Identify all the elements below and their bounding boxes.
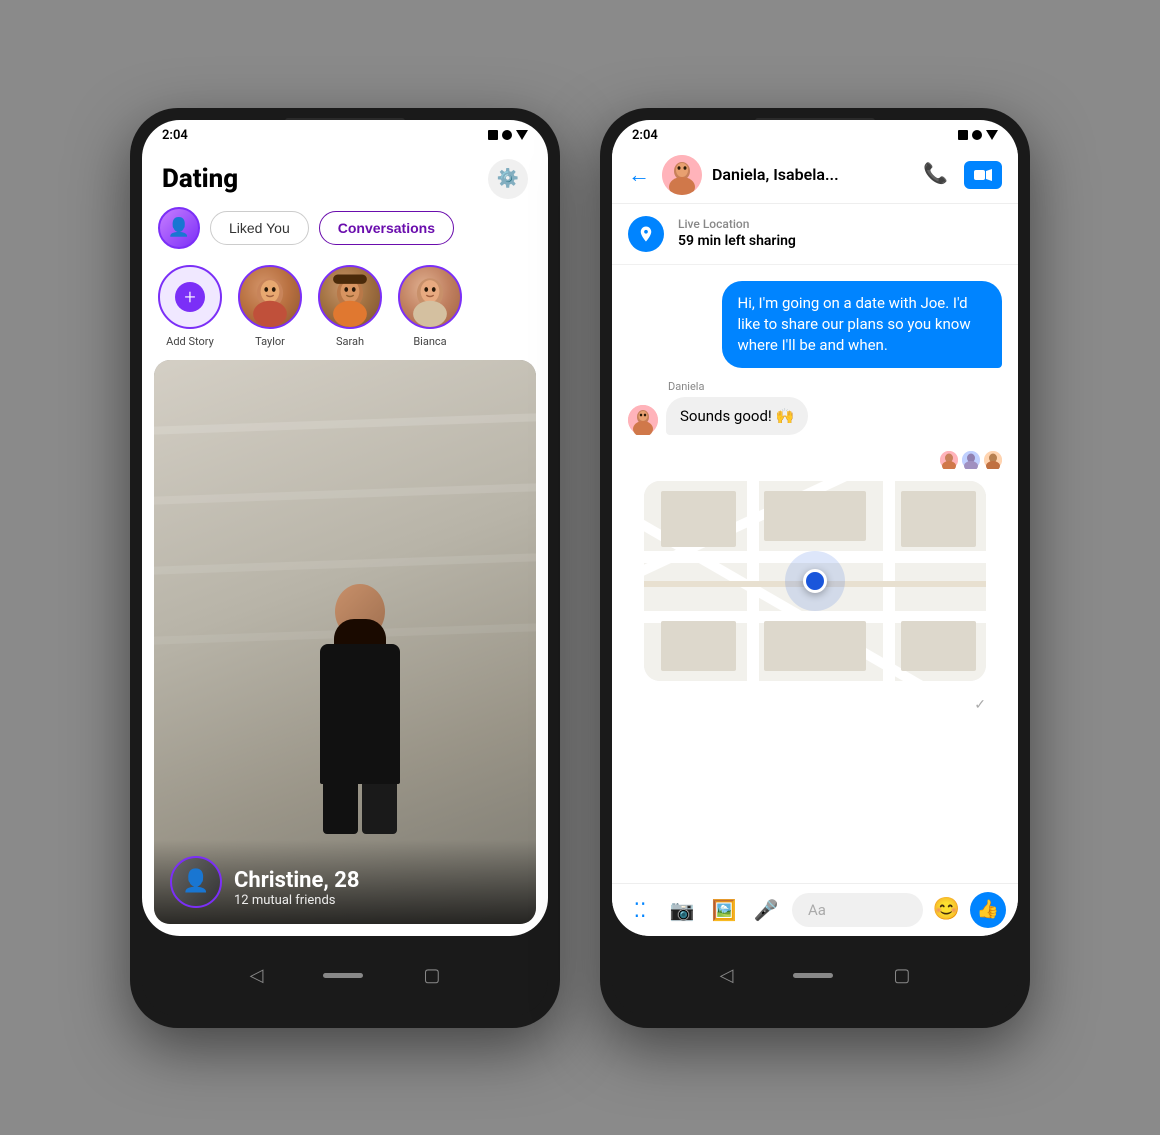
back-nav-button-2[interactable]: ◁ (720, 965, 734, 986)
add-story-item[interactable]: + Add Story (158, 265, 222, 348)
status-bar-2: 2:04 (612, 120, 1018, 147)
seen-avatar-1 (940, 451, 958, 469)
location-banner: Live Location 59 min left sharing (612, 204, 1018, 265)
home-nav-button-2[interactable] (793, 973, 833, 978)
messages-area: Hi, I'm going on a date with Joe. I'd li… (612, 265, 1018, 883)
story-bianca[interactable]: Bianca (398, 265, 462, 348)
bianca-avatar (398, 265, 462, 329)
profile-ring-avatar: 👤 (170, 856, 222, 908)
profile-mutual: 12 mutual friends (234, 893, 360, 908)
status-icons-2 (958, 130, 998, 140)
recents-nav-button-2[interactable]: ▢ (893, 965, 910, 986)
stories-row: + Add Story T (142, 261, 548, 360)
wifi-icon-2 (986, 130, 998, 140)
user-avatar[interactable]: 👤 (158, 207, 200, 249)
battery-icon (488, 130, 498, 140)
bianca-label: Bianca (413, 335, 446, 348)
add-icon: + (175, 282, 205, 312)
seen-avatar-3 (984, 451, 1002, 469)
conversations-button[interactable]: Conversations (319, 211, 454, 245)
location-title: Live Location (678, 217, 796, 233)
status-icons (488, 130, 528, 140)
phone-call-button[interactable]: 📞 (923, 161, 948, 189)
story-sarah[interactable]: Sarah (318, 265, 382, 348)
profile-name: Christine, 28 (234, 868, 360, 893)
wifi-icon (516, 130, 528, 140)
map-container[interactable] (644, 481, 986, 681)
status-time-2: 2:04 (632, 128, 658, 143)
taylor-label: Taylor (255, 335, 285, 348)
outgoing-message: Hi, I'm going on a date with Joe. I'd li… (722, 281, 1003, 368)
header-icons: 📞 (923, 161, 1002, 189)
status-bar: 2:04 (142, 120, 548, 147)
story-taylor[interactable]: Taylor (238, 265, 302, 348)
back-nav-button[interactable]: ◁ (250, 965, 264, 986)
incoming-message: Sounds good! 🙌 (666, 397, 808, 435)
phone-dating: 2:04 Dating ⚙️ 👤 Liked You Conversations (130, 108, 560, 1028)
input-placeholder: Aa (808, 901, 826, 919)
signal-icon-2 (972, 130, 982, 140)
seen-avatar-2 (962, 451, 980, 469)
dating-screen: 2:04 Dating ⚙️ 👤 Liked You Conversations (142, 120, 548, 936)
sarah-avatar (318, 265, 382, 329)
signal-icon (502, 130, 512, 140)
location-icon (628, 216, 664, 252)
location-text: Live Location 59 min left sharing (678, 217, 796, 251)
home-nav-button[interactable] (323, 973, 363, 978)
video-call-button[interactable] (964, 161, 1002, 189)
messenger-screen: 2:04 ← (612, 120, 1018, 936)
incoming-content: Daniela Sounds good! 🙌 (666, 380, 808, 435)
phone-messenger: 2:04 ← (600, 108, 1030, 1028)
contact-avatar (662, 155, 702, 195)
map-bg (644, 481, 986, 681)
daniela-avatar (628, 405, 658, 435)
sarah-label: Sarah (336, 335, 364, 348)
profile-info: 👤 Christine, 28 12 mutual friends (154, 840, 536, 924)
dating-header: Dating ⚙️ (142, 147, 548, 207)
back-button[interactable]: ← (628, 162, 650, 188)
photo-button[interactable]: 🖼️ (708, 898, 740, 922)
profile-text: Christine, 28 12 mutual friends (234, 868, 360, 908)
mic-button[interactable]: 🎤 (750, 898, 782, 922)
add-story-label: Add Story (166, 335, 214, 348)
contact-name: Daniela, Isabela... (712, 165, 913, 184)
location-dot (803, 569, 827, 593)
emoji-button[interactable]: 😊 (933, 897, 960, 922)
taylor-avatar (238, 265, 302, 329)
dating-content: Dating ⚙️ 👤 Liked You Conversations + Ad… (142, 147, 548, 936)
location-subtitle: 59 min left sharing (678, 232, 796, 250)
add-story-avatar: + (158, 265, 222, 329)
nav-pills: 👤 Liked You Conversations (142, 207, 548, 261)
dating-title: Dating (162, 164, 238, 194)
battery-icon-2 (958, 130, 968, 140)
camera-button[interactable]: 📷 (666, 898, 698, 922)
liked-you-button[interactable]: Liked You (210, 211, 309, 245)
incoming-message-wrapper: Daniela Sounds good! 🙌 (628, 380, 1002, 435)
more-options-button[interactable]: ⁚⁚ (624, 898, 656, 922)
phone-nav-bar: ◁ ▢ (142, 936, 548, 1016)
read-receipt: ✓ (628, 693, 1002, 717)
message-input-bar: ⁚⁚ 📷 🖼️ 🎤 Aa 😊 👍 (612, 883, 1018, 936)
settings-button[interactable]: ⚙️ (488, 159, 528, 199)
recents-nav-button[interactable]: ▢ (423, 965, 440, 986)
sender-name: Daniela (668, 380, 808, 393)
message-input[interactable]: Aa (792, 893, 923, 927)
status-time: 2:04 (162, 128, 188, 143)
profile-card[interactable]: 👤 Christine, 28 12 mutual friends (154, 360, 536, 924)
seen-avatars (628, 451, 1002, 469)
phone-nav-bar-2: ◁ ▢ (612, 936, 1018, 1016)
messenger-content: ← Daniela, Isabela... 📞 (612, 147, 1018, 936)
messenger-header: ← Daniela, Isabela... 📞 (612, 147, 1018, 204)
like-button[interactable]: 👍 (970, 892, 1006, 928)
